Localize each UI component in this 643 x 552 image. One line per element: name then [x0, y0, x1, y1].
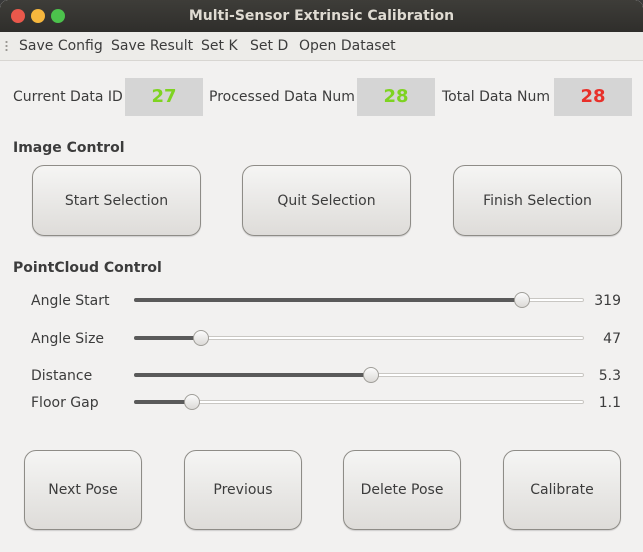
floor-gap-slider[interactable] [134, 393, 584, 411]
next-pose-button[interactable]: Next Pose [24, 450, 142, 530]
slider-fill [134, 298, 522, 302]
slider-fill [134, 373, 371, 377]
menu-save-result[interactable]: Save Result [111, 32, 193, 60]
slider-handle[interactable] [193, 330, 209, 346]
distance-slider[interactable] [134, 366, 584, 384]
angle-size-value: 47 [603, 331, 621, 347]
menu-save-config[interactable]: Save Config [19, 32, 103, 60]
app-window: Multi-Sensor Extrinsic Calibration Save … [0, 0, 643, 552]
processed-data-num-value: 28 [357, 78, 435, 116]
menu-bar: Save Config Save Result Set K Set D Open… [0, 32, 643, 61]
menu-open-dataset[interactable]: Open Dataset [299, 32, 396, 60]
floor-gap-value: 1.1 [598, 395, 621, 411]
start-selection-button[interactable]: Start Selection [32, 165, 201, 236]
image-control-heading: Image Control [13, 140, 125, 156]
current-data-id-label: Current Data ID [13, 89, 123, 105]
angle-start-slider[interactable] [134, 291, 584, 309]
angle-start-label: Angle Start [31, 293, 110, 309]
distance-label: Distance [31, 368, 93, 384]
floor-gap-label: Floor Gap [31, 395, 99, 411]
toolbar-grip-icon[interactable] [5, 40, 8, 52]
menu-set-d[interactable]: Set D [250, 32, 288, 60]
total-data-num-label: Total Data Num [442, 89, 551, 105]
slider-fill [134, 336, 201, 340]
angle-size-label: Angle Size [31, 331, 105, 347]
slider-handle[interactable] [184, 394, 200, 410]
menu-set-k[interactable]: Set K [201, 32, 238, 60]
calibrate-button[interactable]: Calibrate [503, 450, 621, 530]
processed-data-num-label: Processed Data Num [209, 89, 355, 105]
pointcloud-control-heading: PointCloud Control [13, 260, 162, 276]
quit-selection-button[interactable]: Quit Selection [242, 165, 411, 236]
angle-start-value: 319 [594, 293, 621, 309]
previous-button[interactable]: Previous [184, 450, 302, 530]
slider-handle[interactable] [514, 292, 530, 308]
angle-size-slider[interactable] [134, 329, 584, 347]
window-title: Multi-Sensor Extrinsic Calibration [188, 8, 455, 24]
total-data-num-value: 28 [554, 78, 632, 116]
delete-pose-button[interactable]: Delete Pose [343, 450, 461, 530]
slider-handle[interactable] [363, 367, 379, 383]
distance-value: 5.3 [598, 368, 621, 384]
finish-selection-button[interactable]: Finish Selection [453, 165, 622, 236]
current-data-id-value: 27 [125, 78, 203, 116]
slider-track [134, 400, 584, 404]
title-bar: Multi-Sensor Extrinsic Calibration [0, 0, 643, 32]
